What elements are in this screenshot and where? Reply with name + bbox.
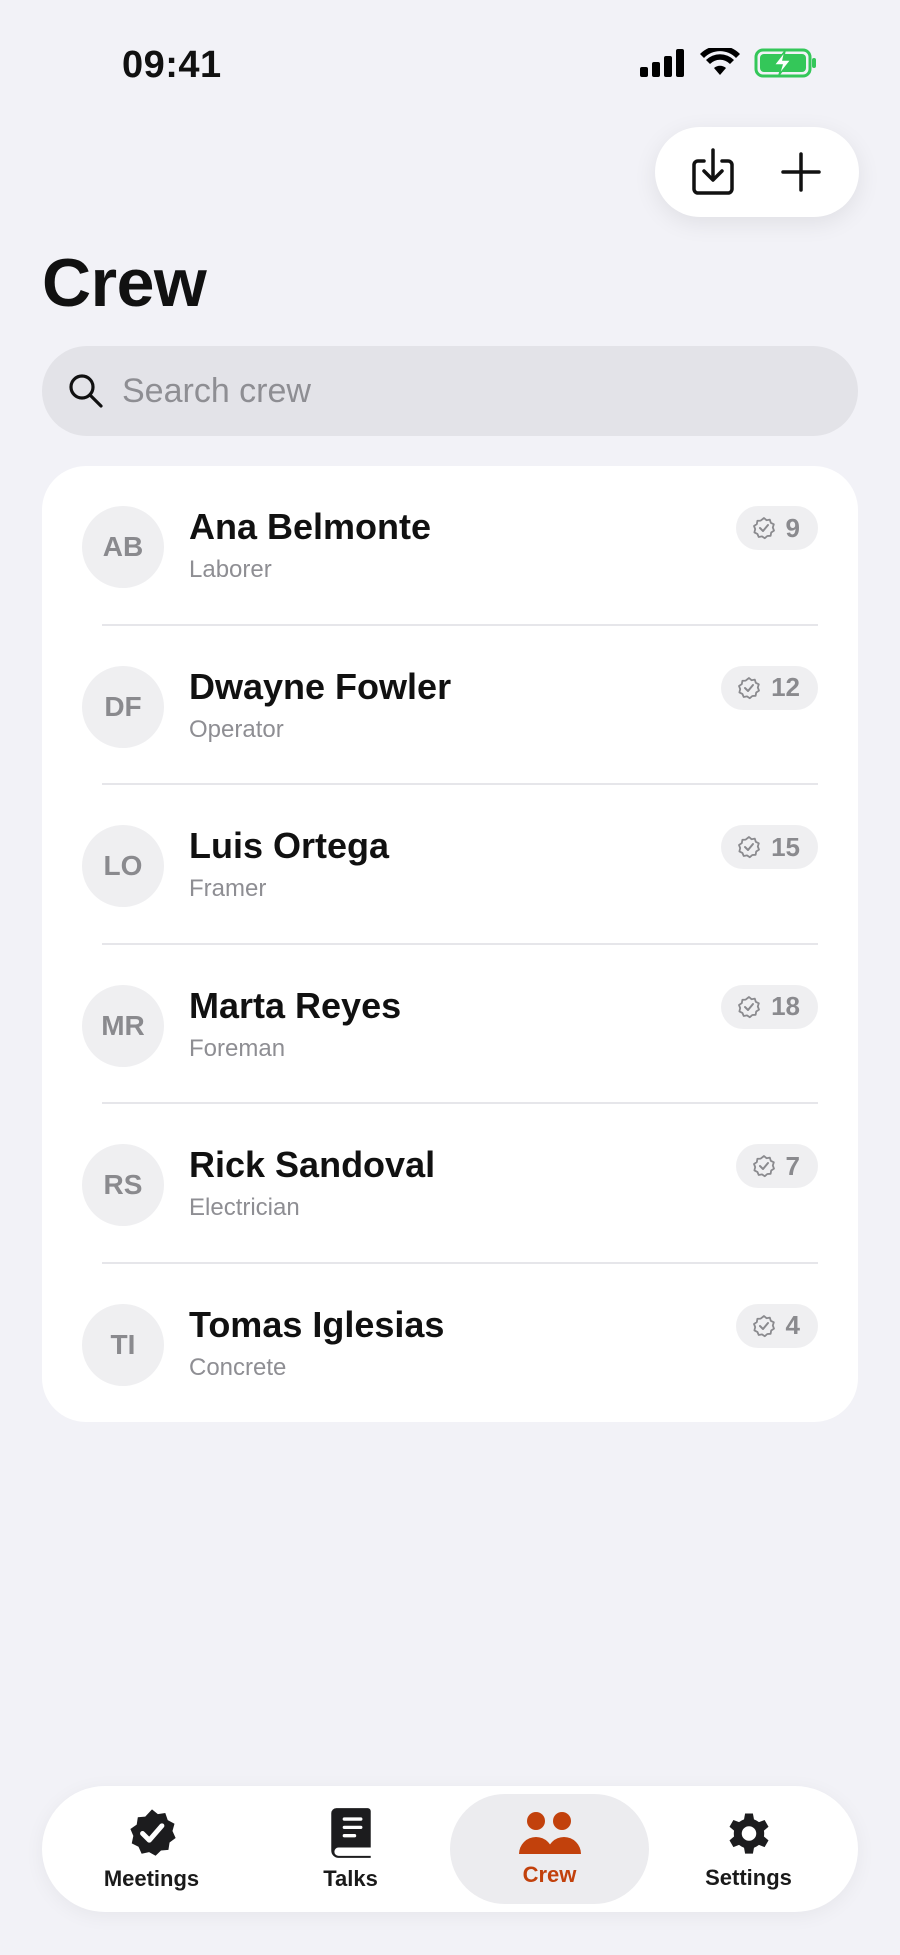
tab-crew[interactable]: Crew [450,1794,649,1904]
status-badge: 18 [721,984,818,1029]
avatar: TI [82,1303,164,1386]
wifi-icon [700,48,740,75]
search-icon [69,374,103,408]
list-item[interactable]: TI Tomas Iglesias Concrete 4 [42,1264,858,1424]
badge-count: 12 [771,672,800,702]
tab-label: Crew [522,1862,577,1887]
plus-icon [781,152,821,192]
list-item[interactable]: RS Rick Sandoval Electrician 7 [42,1104,858,1264]
seal-check-icon [129,1809,176,1856]
people-icon [518,1812,581,1854]
seal-check-icon [738,676,760,699]
status-time: 09:41 [122,44,222,86]
avatar: MR [82,984,164,1067]
tab-label: Talks [323,1866,378,1891]
crew-name: Ana Belmonte [189,506,432,547]
crew-name: Dwayne Fowler [189,665,452,707]
crew-list: AB Ana Belmonte Laborer 9 DF Dwayne Fowl… [42,466,858,1422]
badge-count: 9 [785,512,800,543]
crew-name: Marta Reyes [189,984,402,1026]
page-title: Crew [42,245,207,321]
crew-role: Operator [189,715,284,743]
crew-name: Tomas Iglesias [189,1303,445,1345]
crew-role: Electrician [189,1194,300,1221]
download-tray-icon [692,148,734,195]
seal-check-icon [752,1155,775,1178]
avatar: LO [82,825,164,907]
book-icon [330,1808,371,1858]
list-item[interactable]: AB Ana Belmonte Laborer 9 [42,466,858,626]
cellular-signal-icon [640,49,684,77]
status-badge: 9 [735,506,818,550]
tab-meetings[interactable]: Meetings [52,1794,251,1904]
gear-icon [729,1813,768,1854]
tab-bar: Meetings Talks Crew Settings [42,1786,858,1912]
status-badge: 15 [721,825,818,869]
list-item[interactable]: DF Dwayne Fowler Operator 12 [42,626,858,785]
crew-role: Laborer [189,556,272,583]
badge-count: 18 [771,991,800,1021]
seal-check-icon [738,836,760,859]
seal-check-icon [738,995,760,1018]
add-crew-button[interactable] [763,134,839,210]
tab-label: Settings [705,1865,792,1890]
crew-role: Foreman [189,1034,286,1062]
status-icons [640,48,818,78]
crew-role: Framer [189,875,267,902]
search-bar[interactable] [42,346,858,436]
tab-settings[interactable]: Settings [649,1794,848,1904]
tab-talks[interactable]: Talks [251,1794,450,1904]
status-badge: 7 [735,1144,818,1188]
avatar: DF [82,665,164,748]
crew-name: Rick Sandoval [189,1144,436,1185]
seal-check-icon [752,1314,775,1337]
crew-name: Luis Ortega [189,825,390,866]
avatar: RS [82,1144,164,1226]
list-item[interactable]: LO Luis Ortega Framer 15 [42,785,858,945]
status-badge: 12 [721,665,818,710]
status-bar: 09:41 [0,0,900,130]
import-button[interactable] [675,134,751,210]
crew-role: Concrete [189,1353,287,1381]
list-item[interactable]: MR Marta Reyes Foreman 18 [42,945,858,1104]
status-badge: 4 [735,1303,818,1348]
avatar: AB [82,506,164,588]
tab-label: Meetings [103,1866,200,1891]
battery-charging-icon [754,48,816,78]
search-input[interactable] [122,371,822,411]
badge-count: 4 [785,1310,800,1340]
seal-check-icon [752,517,775,540]
badge-count: 15 [771,831,800,862]
badge-count: 7 [785,1150,800,1181]
header-actions [655,127,859,217]
